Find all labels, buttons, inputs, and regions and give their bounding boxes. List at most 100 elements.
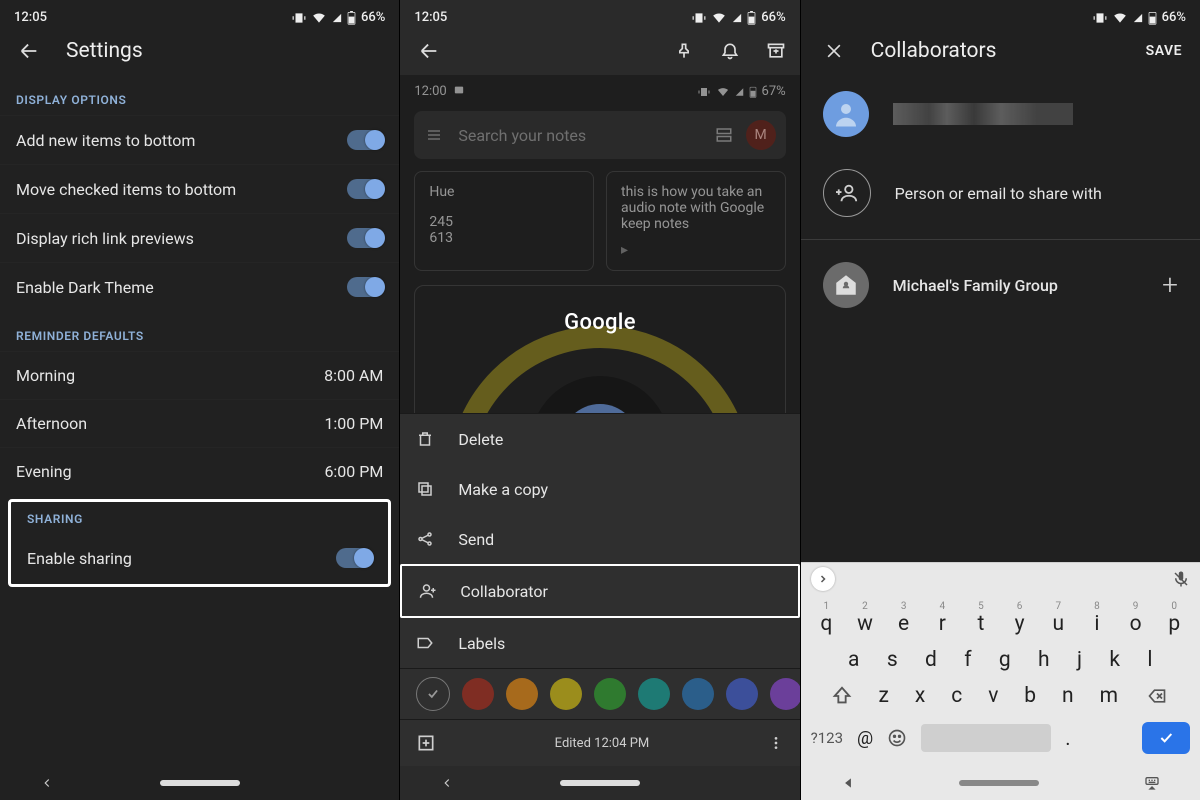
at-key[interactable]: @: [857, 728, 873, 749]
key[interactable]: n: [1062, 684, 1074, 708]
reminder-icon[interactable]: [720, 41, 740, 61]
add-box-icon[interactable]: [416, 733, 436, 753]
color-swatch[interactable]: [682, 678, 714, 710]
cell-icon: [732, 11, 742, 25]
collaborator-owner-row: [801, 75, 1200, 153]
nav-back-icon[interactable]: [440, 776, 454, 790]
setting-add-new-items[interactable]: Add new items to bottom: [0, 115, 399, 164]
color-swatch[interactable]: [550, 678, 582, 710]
back-icon[interactable]: [14, 36, 44, 66]
key[interactable]: 2w: [848, 601, 882, 636]
key[interactable]: 1q: [809, 601, 843, 636]
key[interactable]: k: [1109, 648, 1120, 672]
reminder-afternoon[interactable]: Afternoon1:00 PM: [0, 399, 399, 447]
back-icon[interactable]: [414, 36, 444, 66]
symbols-key[interactable]: ?123: [811, 729, 843, 747]
vibrate-icon: [692, 11, 706, 25]
emoji-key[interactable]: [887, 728, 907, 748]
setting-rich-link[interactable]: Display rich link previews: [0, 213, 399, 262]
key[interactable]: x: [915, 684, 925, 708]
status-bar: 12:05 66%: [0, 0, 399, 27]
add-family-icon[interactable]: +: [1162, 271, 1178, 299]
sheet-label: Make a copy: [458, 480, 548, 499]
key[interactable]: z: [879, 684, 889, 708]
color-swatch[interactable]: [726, 678, 758, 710]
sheet-delete[interactable]: Delete: [400, 414, 799, 464]
owner-email-redacted: [893, 103, 1073, 125]
toggle-icon[interactable]: [336, 548, 372, 568]
sheet-copy[interactable]: Make a copy: [400, 464, 799, 514]
key[interactable]: h: [1038, 648, 1050, 672]
key[interactable]: g: [999, 648, 1011, 672]
add-collaborator-row[interactable]: Person or email to share with: [801, 153, 1200, 233]
status-battery: 66%: [361, 10, 385, 25]
key[interactable]: 4r: [925, 601, 959, 636]
color-swatch[interactable]: [770, 678, 799, 710]
reminder-morning[interactable]: Morning8:00 AM: [0, 351, 399, 399]
key[interactable]: 7u: [1041, 601, 1075, 636]
reminder-label: Morning: [16, 366, 75, 385]
key[interactable]: m: [1100, 684, 1118, 708]
family-group-row[interactable]: Michael's Family Group +: [801, 246, 1200, 324]
key[interactable]: 8i: [1080, 601, 1114, 636]
copy-icon: [416, 480, 458, 498]
color-swatch[interactable]: [506, 678, 538, 710]
toggle-icon[interactable]: [347, 130, 383, 150]
sheet-label: Collaborator: [460, 582, 548, 601]
setting-move-checked[interactable]: Move checked items to bottom: [0, 164, 399, 213]
key[interactable]: 5t: [964, 601, 998, 636]
toggle-icon[interactable]: [347, 277, 383, 297]
battery-icon: [1148, 11, 1157, 25]
nav-back-icon[interactable]: [40, 776, 54, 790]
space-key[interactable]: [921, 724, 1051, 752]
key[interactable]: d: [925, 648, 937, 672]
close-icon[interactable]: [819, 36, 849, 66]
nav-home-pill[interactable]: [560, 780, 640, 786]
color-swatch[interactable]: [462, 678, 494, 710]
mic-off-icon[interactable]: [1172, 570, 1190, 588]
keyboard[interactable]: 1q 2w 3e 4r 5t 6y 7u 8i 9o 0p a s d f g …: [801, 562, 1200, 766]
setting-label: Display rich link previews: [16, 229, 194, 248]
status-bar: 12:05 66%: [400, 0, 799, 27]
sheet-labels[interactable]: Labels: [400, 618, 799, 668]
save-button[interactable]: SAVE: [1146, 43, 1182, 59]
key[interactable]: f: [964, 648, 971, 672]
nav-home-pill[interactable]: [959, 780, 1039, 786]
key[interactable]: 0p: [1157, 601, 1191, 636]
key[interactable]: c: [951, 684, 962, 708]
key[interactable]: j: [1077, 648, 1082, 672]
key[interactable]: 6y: [1003, 601, 1037, 636]
archive-icon[interactable]: [766, 41, 786, 61]
toggle-icon[interactable]: [347, 179, 383, 199]
color-swatch[interactable]: [638, 678, 670, 710]
wifi-icon: [311, 11, 327, 25]
sheet-send[interactable]: Send: [400, 514, 799, 564]
key[interactable]: 3e: [887, 601, 921, 636]
key[interactable]: b: [1024, 684, 1036, 708]
pin-icon[interactable]: [674, 41, 694, 61]
dot-key[interactable]: .: [1065, 726, 1070, 750]
keyboard-hide-icon[interactable]: [1144, 775, 1160, 791]
expand-icon[interactable]: [811, 567, 835, 591]
nav-back-icon[interactable]: [841, 776, 855, 790]
enter-key[interactable]: [1142, 722, 1190, 754]
vibrate-icon: [1093, 11, 1107, 25]
key[interactable]: s: [887, 648, 898, 672]
key[interactable]: l: [1147, 648, 1152, 672]
shift-key[interactable]: [831, 685, 853, 707]
color-swatch[interactable]: [594, 678, 626, 710]
key[interactable]: 9o: [1119, 601, 1153, 636]
reminder-evening[interactable]: Evening6:00 PM: [0, 447, 399, 495]
nav-home-pill[interactable]: [160, 780, 240, 786]
page-title: Settings: [66, 39, 143, 63]
sheet-label: Labels: [458, 634, 505, 653]
key[interactable]: a: [848, 648, 859, 672]
backspace-key[interactable]: [1144, 686, 1170, 706]
sheet-collaborator[interactable]: Collaborator: [400, 564, 799, 618]
setting-enable-sharing[interactable]: Enable sharing: [11, 534, 388, 582]
more-icon[interactable]: [768, 735, 784, 751]
key[interactable]: v: [988, 684, 998, 708]
toggle-icon[interactable]: [347, 228, 383, 248]
setting-dark-theme[interactable]: Enable Dark Theme: [0, 262, 399, 311]
color-none[interactable]: [416, 677, 450, 711]
